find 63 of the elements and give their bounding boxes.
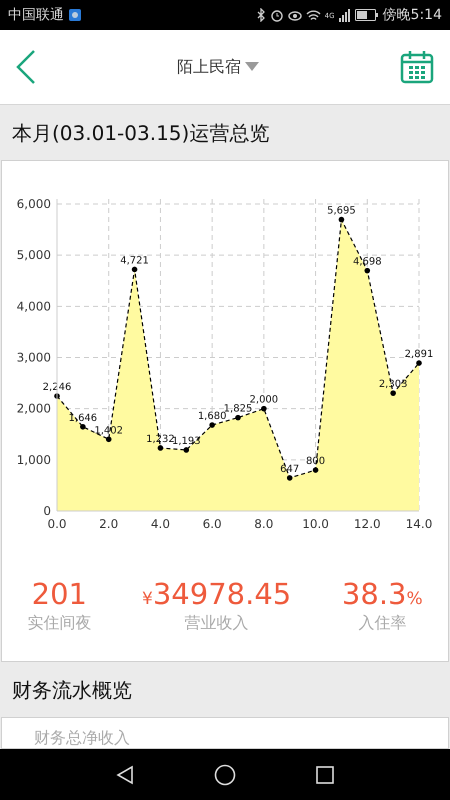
data-point bbox=[416, 360, 422, 366]
carrier-name: 中国联通 bbox=[8, 6, 64, 24]
x-tick-label: 8.0 bbox=[254, 517, 274, 531]
bluetooth-icon bbox=[256, 8, 266, 22]
data-point bbox=[364, 268, 370, 274]
value-label: 5,695 bbox=[327, 206, 356, 217]
data-point bbox=[132, 266, 138, 272]
y-tick-label: 6,000 bbox=[16, 197, 51, 211]
property-title[interactable]: 陌上民宿 bbox=[177, 55, 241, 79]
battery-icon bbox=[354, 9, 379, 21]
y-tick-label: 3,000 bbox=[16, 350, 51, 364]
value-label: 1,646 bbox=[68, 412, 98, 424]
y-tick-label: 5,000 bbox=[16, 248, 51, 262]
value-label: 2,891 bbox=[404, 349, 434, 360]
stat-value: 201 bbox=[30, 579, 88, 611]
data-point bbox=[54, 393, 60, 399]
data-point bbox=[183, 447, 190, 453]
stat-value: ¥34978.45 bbox=[142, 579, 292, 611]
finance-label: 财务总净收入 bbox=[34, 728, 130, 748]
value-label: 1,402 bbox=[94, 425, 124, 436]
value-label: 1,680 bbox=[198, 411, 226, 422]
value-label: 800 bbox=[306, 456, 326, 468]
x-tick-label: 12.0 bbox=[354, 517, 381, 531]
data-point bbox=[312, 467, 318, 473]
y-tick-label: 4,000 bbox=[16, 299, 51, 314]
x-tick-label: 10.0 bbox=[302, 517, 329, 531]
value-label: 2,000 bbox=[250, 394, 278, 406]
data-point bbox=[80, 424, 86, 430]
signal-icon bbox=[338, 8, 351, 22]
data-point bbox=[338, 216, 344, 222]
x-tick-label: 2.0 bbox=[99, 517, 118, 531]
x-tick-label: 6.0 bbox=[202, 517, 222, 531]
data-point bbox=[261, 406, 267, 412]
section-heading: 本月(03.01-03.15)运营总览 bbox=[12, 120, 270, 146]
stat-label: 入住率 bbox=[357, 612, 408, 634]
stat-label: 实住间夜 bbox=[27, 612, 92, 634]
y-tick-label: 0 bbox=[43, 504, 51, 518]
data-point bbox=[286, 475, 293, 481]
caret-icon[interactable] bbox=[245, 62, 259, 72]
value-label: 647 bbox=[280, 464, 300, 475]
value-label: 4,721 bbox=[120, 255, 149, 266]
value-label: 4,698 bbox=[352, 256, 382, 268]
alarm-icon bbox=[270, 8, 284, 22]
x-tick-label: 4.0 bbox=[150, 517, 170, 531]
calendar-icon[interactable] bbox=[400, 50, 434, 84]
data-point bbox=[106, 436, 112, 442]
x-tick-label: 14.0 bbox=[406, 517, 432, 531]
value-label: 2,303 bbox=[378, 379, 408, 390]
section-heading: 财务流水概览 bbox=[12, 676, 132, 704]
x-tick-label: 0.0 bbox=[47, 517, 67, 531]
shield-icon bbox=[68, 8, 82, 22]
data-point bbox=[158, 445, 164, 451]
stat-label: 营业收入 bbox=[184, 612, 250, 634]
data-point bbox=[390, 390, 396, 396]
clock-time: 傍晚5:14 bbox=[382, 6, 442, 24]
stat-value: 38.3% bbox=[342, 579, 423, 611]
y-tick-label: 2,000 bbox=[16, 402, 51, 416]
home-icon[interactable] bbox=[214, 764, 236, 786]
recents-icon[interactable] bbox=[316, 766, 334, 784]
data-point bbox=[235, 414, 241, 420]
y-tick-label: 1,000 bbox=[16, 452, 51, 467]
wifi-icon bbox=[306, 8, 321, 22]
data-point bbox=[209, 422, 215, 428]
